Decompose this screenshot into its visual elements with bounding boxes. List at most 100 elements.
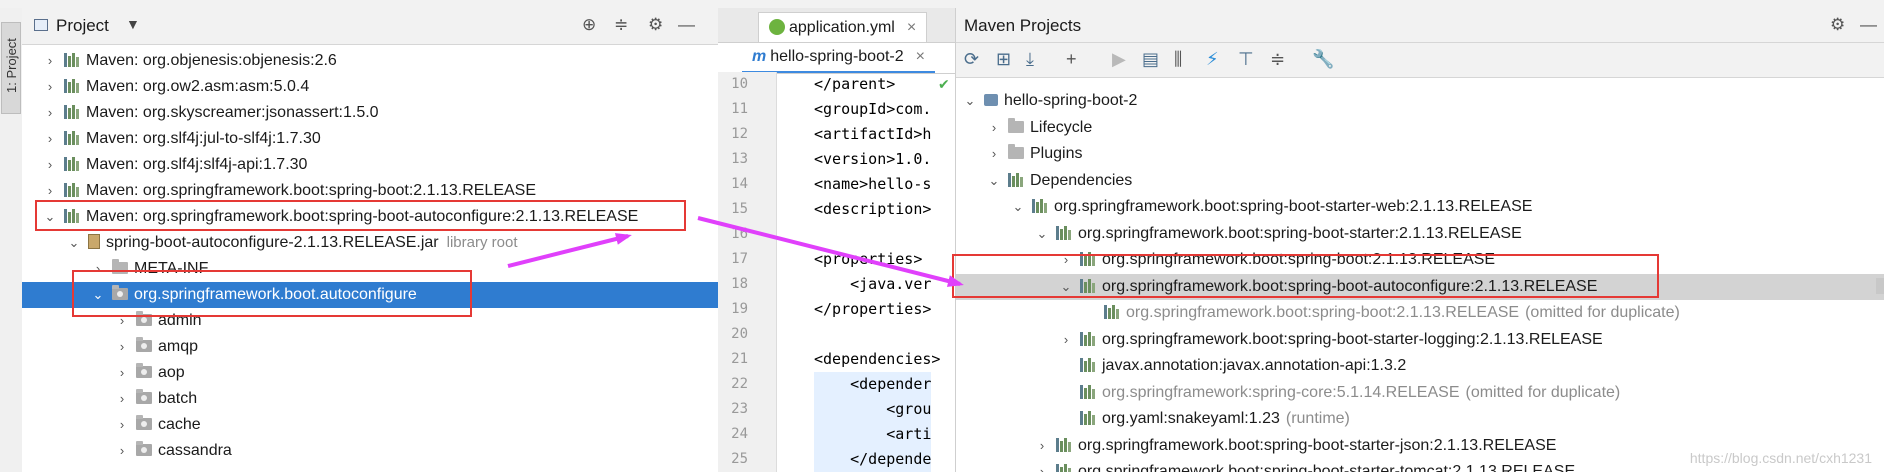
toggle-offline-icon[interactable]: ⫼ [1174,49,1182,70]
chevron-down-icon[interactable]: ⌄ [962,88,978,114]
maven-row[interactable]: ⌄ org.springframework.boot:spring-boot-st… [956,194,1884,220]
tab-close-icon[interactable]: × [916,48,925,65]
show-deps-icon[interactable]: ⊤ [1238,49,1254,70]
library-icon [64,105,82,119]
tree-row[interactable]: › cache [22,412,718,438]
code-line[interactable]: <description> [814,197,931,222]
code-line[interactable]: </properties> [814,297,931,322]
gear-icon[interactable]: ⚙ [648,15,663,35]
minimize-icon[interactable]: — [678,15,695,35]
maven-row-selected[interactable]: ⌄ org.springframework.boot:spring-boot-au… [956,273,1884,300]
code-line[interactable]: <grou [814,397,932,422]
maven-row[interactable]: ⌄ Dependencies [956,168,1884,194]
chevron-right-icon[interactable]: › [114,308,130,334]
code-line[interactable]: <name>hello-s [814,172,931,197]
maven-row-label: Lifecycle [1030,118,1093,136]
chevron-right-icon[interactable]: › [986,141,1002,167]
tree-row[interactable]: › cassandra [22,438,718,464]
maven-row[interactable]: org.springframework.boot:spring-boot:2.1… [956,300,1884,326]
chevron-right-icon[interactable]: › [42,178,58,204]
maven-row-label: org.springframework.boot:spring-boot-sta… [1078,224,1522,242]
code-line[interactable]: <depender [814,372,932,397]
tree-row[interactable]: › admin [22,308,718,334]
code-line[interactable]: <java.ver [814,272,931,297]
tree-row-selected[interactable]: ⌄ org.springframework.boot.autoconfigure [22,282,718,308]
chevron-down-icon[interactable]: ⌄ [66,230,82,256]
code-line[interactable]: <properties> [814,247,922,272]
tab-hello-spring-boot-2[interactable]: m hello-spring-boot-2 × [742,43,935,73]
library-icon [64,131,82,145]
locate-icon[interactable]: ⊕ [582,15,596,35]
chevron-right-icon[interactable]: › [42,152,58,178]
execute-goal-icon[interactable]: ▤ [1142,49,1159,70]
minimize-icon[interactable]: — [1860,15,1877,35]
code-line[interactable]: <artifactId>h [814,122,931,147]
tree-row[interactable]: › Maven: org.skyscreamer:jsonassert:1.5.0 [22,100,718,126]
maven-row[interactable]: › org.springframework.boot:spring-boot-st… [956,327,1884,353]
chevron-right-icon[interactable]: › [42,74,58,100]
run-icon[interactable]: ▶ [1112,49,1126,70]
tree-row[interactable]: › Maven: org.slf4j:jul-to-slf4j:1.7.30 [22,126,718,152]
maven-row[interactable]: › Lifecycle [956,115,1884,141]
chevron-down-icon[interactable]: ⌄ [1010,194,1026,220]
tab-close-icon[interactable]: × [907,19,916,36]
chevron-right-icon[interactable]: › [114,334,130,360]
code-line[interactable]: <groupId>com. [814,97,931,122]
maven-row[interactable]: org.springframework:spring-core:5.1.14.R… [956,380,1884,406]
chevron-right-icon[interactable]: › [1034,433,1050,459]
tab-application-yml[interactable]: application.yml × [758,12,928,42]
code-line[interactable]: <version>1.0. [814,147,931,172]
chevron-down-icon[interactable]: ⌄ [90,282,106,308]
maven-row[interactable]: javax.annotation:javax.annotation-api:1.… [956,353,1884,379]
gear-icon[interactable]: ⚙ [1830,15,1845,35]
chevron-right-icon[interactable]: › [90,256,106,282]
tree-row[interactable]: › META-INF [22,256,718,282]
refresh-icon[interactable]: ⟳ [964,49,979,70]
chevron-right-icon[interactable]: › [42,100,58,126]
tree-row[interactable]: › aop [22,360,718,386]
settings-wrench-icon[interactable]: 🔧 [1312,49,1334,70]
chevron-right-icon[interactable]: › [1058,327,1074,353]
chevron-right-icon[interactable]: › [1058,247,1074,273]
chevron-down-icon[interactable]: ⌄ [1058,274,1074,300]
plus-icon[interactable]: + [1066,49,1077,70]
tree-row[interactable]: › Maven: org.springframework.boot:spring-… [22,178,718,204]
skip-tests-icon[interactable]: ⚡ [1206,49,1219,70]
chevron-right-icon[interactable]: › [114,412,130,438]
tree-row[interactable]: › amqp [22,334,718,360]
maven-row[interactable]: › org.springframework.boot:spring-boot:2.… [956,247,1884,273]
chevron-right-icon[interactable]: › [1034,459,1050,472]
view-dropdown-icon[interactable]: ▼ [126,16,140,32]
chevron-right-icon[interactable]: › [986,115,1002,141]
add-project-icon[interactable]: ⊞ [996,49,1011,70]
maven-row[interactable]: org.yaml:snakeyaml:1.23 (runtime) [956,406,1884,432]
tree-row-label: META-INF [134,260,209,277]
code-line[interactable]: </depende [814,447,932,472]
tree-row[interactable]: › Maven: org.slf4j:slf4j-api:1.7.30 [22,152,718,178]
tree-row[interactable]: › batch [22,386,718,412]
code-line[interactable]: <arti [814,422,932,447]
tree-row[interactable]: › Maven: org.objenesis:objenesis:2.6 [22,48,718,74]
chevron-right-icon[interactable]: › [42,48,58,74]
code-line[interactable]: </parent> [814,72,895,97]
code-line[interactable]: <dependencies> [814,347,940,372]
scrollbar[interactable] [1876,278,1884,294]
collapse-icon[interactable]: ≑ [614,15,628,35]
chevron-down-icon[interactable]: ⌄ [986,168,1002,194]
maven-row[interactable]: ⌄ org.springframework.boot:spring-boot-st… [956,221,1884,247]
chevron-down-icon[interactable]: ⌄ [1034,221,1050,247]
chevron-right-icon[interactable]: › [114,386,130,412]
download-icon[interactable]: ⤓ [1026,49,1034,70]
tree-row[interactable]: ⌄ spring-boot-autoconfigure-2.1.13.RELEAS… [22,230,718,256]
tree-row[interactable]: ⌄ Maven: org.springframework.boot:spring-… [22,204,718,230]
maven-row[interactable]: › Plugins [956,141,1884,167]
chevron-right-icon[interactable]: › [42,126,58,152]
chevron-right-icon[interactable]: › [114,438,130,464]
chevron-right-icon[interactable]: › [114,360,130,386]
maven-row[interactable]: ⌄ hello-spring-boot-2 [956,88,1884,114]
chevron-down-icon[interactable]: ⌄ [42,204,58,230]
tree-row[interactable]: › Maven: org.ow2.asm:asm:5.0.4 [22,74,718,100]
project-panel-title[interactable]: Project [56,16,109,36]
project-tool-tab[interactable]: 1: Project [1,22,21,114]
collapse-all-icon[interactable]: ≑ [1270,49,1285,70]
